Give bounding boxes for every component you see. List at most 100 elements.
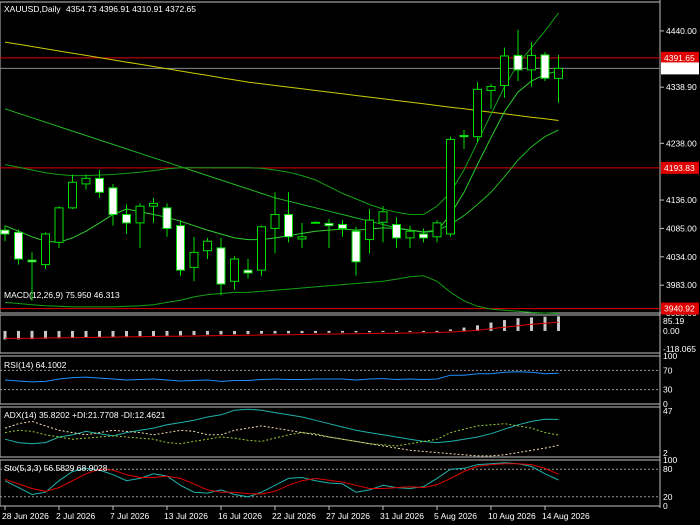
- level-tag-label: 4391.65: [664, 53, 695, 63]
- bullish-candle: [68, 181, 77, 209]
- macd-histogram-bar: [341, 330, 344, 333]
- rsi-axis-label: 100: [663, 351, 677, 361]
- macd-histogram-bar: [111, 330, 115, 337]
- current-price-tag-label: 4372.65: [664, 63, 695, 73]
- chart-canvas: 4440.00 4338.90 4238.00 4136.00 4085.00 4034.…: [0, 0, 699, 521]
- time-tick-label: 13 Jul 2026: [164, 511, 208, 521]
- rsi-label: RSI(14) 64.1002: [4, 360, 67, 370]
- rsi-axis-label: 70: [663, 365, 673, 375]
- time-tick-label: 2 Jul 2026: [56, 511, 95, 521]
- bearish-candle: [284, 214, 293, 238]
- bearish-candle: [108, 187, 118, 216]
- macd-histogram-bar: [152, 330, 155, 336]
- stochastic-axis-label: 80: [663, 464, 673, 474]
- bullish-candle: [311, 221, 320, 224]
- macd-histogram-bar: [354, 330, 358, 333]
- macd-histogram-bar: [395, 330, 398, 332]
- bearish-candle: [243, 269, 253, 274]
- ohlc-label: 4354.73 4396.91 4310.91 4372.65: [66, 4, 196, 14]
- price-panel-frame: [0, 1, 661, 314]
- macd-label: MACD(12,26,9) 75.950 46.313: [4, 290, 120, 300]
- price-tick-label: 4238.00: [666, 138, 697, 148]
- bullish-candle: [378, 211, 388, 223]
- bullish-candle: [41, 233, 50, 266]
- bearish-candle: [27, 259, 37, 263]
- price-tick-label: 3983.00: [666, 280, 697, 290]
- bearish-candle: [14, 231, 23, 260]
- macd-histogram-bar: [71, 330, 74, 339]
- macd-histogram-bar: [408, 330, 412, 332]
- bearish-candle: [351, 230, 361, 263]
- macd-histogram-bar: [219, 330, 223, 335]
- adx-label: ADX(14) 35.8202 +DI:21.7708 -DI:12.4621: [4, 410, 166, 420]
- time-tick-label: 27 Jul 2026: [326, 511, 370, 521]
- adx-axis-label: 47: [663, 406, 673, 416]
- bearish-candle: [95, 177, 104, 193]
- time-tick-label: 16 Jul 2026: [218, 511, 262, 521]
- stochastic-label: Sto(5,3,3) 56.5829 68.9028: [4, 463, 108, 473]
- bullish-candle: [149, 202, 158, 207]
- bearish-candle: [338, 224, 347, 229]
- bullish-candle: [554, 67, 563, 79]
- bearish-candle: [176, 225, 185, 271]
- bullish-candle: [473, 88, 482, 138]
- macd-histogram-bar: [98, 330, 101, 338]
- time-axis: 28 Jun 2026 2 Jul 2026 7 Jul 2026 13 Jul 20…: [2, 506, 590, 521]
- macd-histogram-bar: [138, 330, 142, 337]
- macd-histogram-bar: [503, 320, 506, 331]
- macd-histogram-bar: [273, 330, 277, 334]
- bullish-candle: [135, 205, 145, 224]
- bullish-candle: [81, 177, 91, 185]
- macd-histogram-bar: [125, 330, 128, 337]
- macd-histogram-bar: [462, 327, 466, 331]
- macd-histogram-bar: [327, 330, 331, 333]
- bullish-candle: [527, 54, 536, 71]
- bullish-candle: [230, 258, 239, 282]
- macd-histogram-bar: [381, 330, 385, 333]
- macd-histogram-bar: [557, 316, 560, 331]
- macd-axis-label: 0.00: [663, 326, 680, 336]
- rsi-panel: 10070300: [0, 351, 677, 409]
- bearish-candle: [0, 229, 10, 235]
- bearish-candle: [459, 135, 469, 138]
- macd-histogram-bar: [206, 330, 209, 335]
- macd-histogram-bar: [260, 330, 263, 334]
- bearish-candle: [324, 222, 334, 227]
- time-tick-label: 14 Aug 2026: [542, 511, 590, 521]
- time-tick-label: 31 Jul 2026: [380, 511, 424, 521]
- bullish-candle: [446, 138, 455, 235]
- bearish-candle: [419, 233, 428, 239]
- bullish-candle: [486, 86, 496, 91]
- bearish-candle: [392, 224, 401, 239]
- time-tick-label: 5 Aug 2026: [434, 511, 477, 521]
- price-tick-label: 4338.90: [666, 82, 697, 92]
- bullish-candle: [297, 236, 307, 240]
- bearish-candle: [162, 207, 172, 229]
- macd-histogram-bar: [422, 330, 425, 332]
- price-tick-label: 4440.00: [666, 26, 697, 36]
- level-tag-label: 4193.83: [664, 163, 695, 173]
- level-tag-label: 3940.92: [664, 304, 695, 314]
- bullish-candle: [432, 222, 442, 238]
- macd-histogram-bar: [449, 329, 452, 331]
- bullish-candle: [189, 251, 199, 268]
- macd-histogram-bar: [192, 330, 196, 336]
- bullish-candle: [365, 219, 374, 241]
- time-tick-label: 28 Jun 2026: [2, 511, 49, 521]
- bearish-candle: [513, 54, 523, 71]
- macd-histogram-bar: [489, 322, 493, 331]
- price-tick-label: 4085.00: [666, 223, 697, 233]
- macd-axis-label: 85.19: [663, 316, 685, 326]
- bearish-candle: [540, 54, 550, 79]
- bullish-candle: [203, 240, 212, 252]
- macd-histogram-bar: [84, 330, 88, 338]
- bullish-candle: [500, 55, 509, 86]
- bullish-candle: [405, 230, 415, 239]
- price-tick-label: 4136.00: [666, 195, 697, 205]
- macd-histogram-bar: [300, 330, 304, 334]
- price-tick-label: 4034.00: [666, 252, 697, 262]
- time-tick-label: 22 Jul 2026: [272, 511, 316, 521]
- macd-histogram-bar: [516, 318, 520, 331]
- time-tick-label: 10 Aug 2026: [488, 511, 536, 521]
- macd-histogram-bar: [435, 330, 439, 332]
